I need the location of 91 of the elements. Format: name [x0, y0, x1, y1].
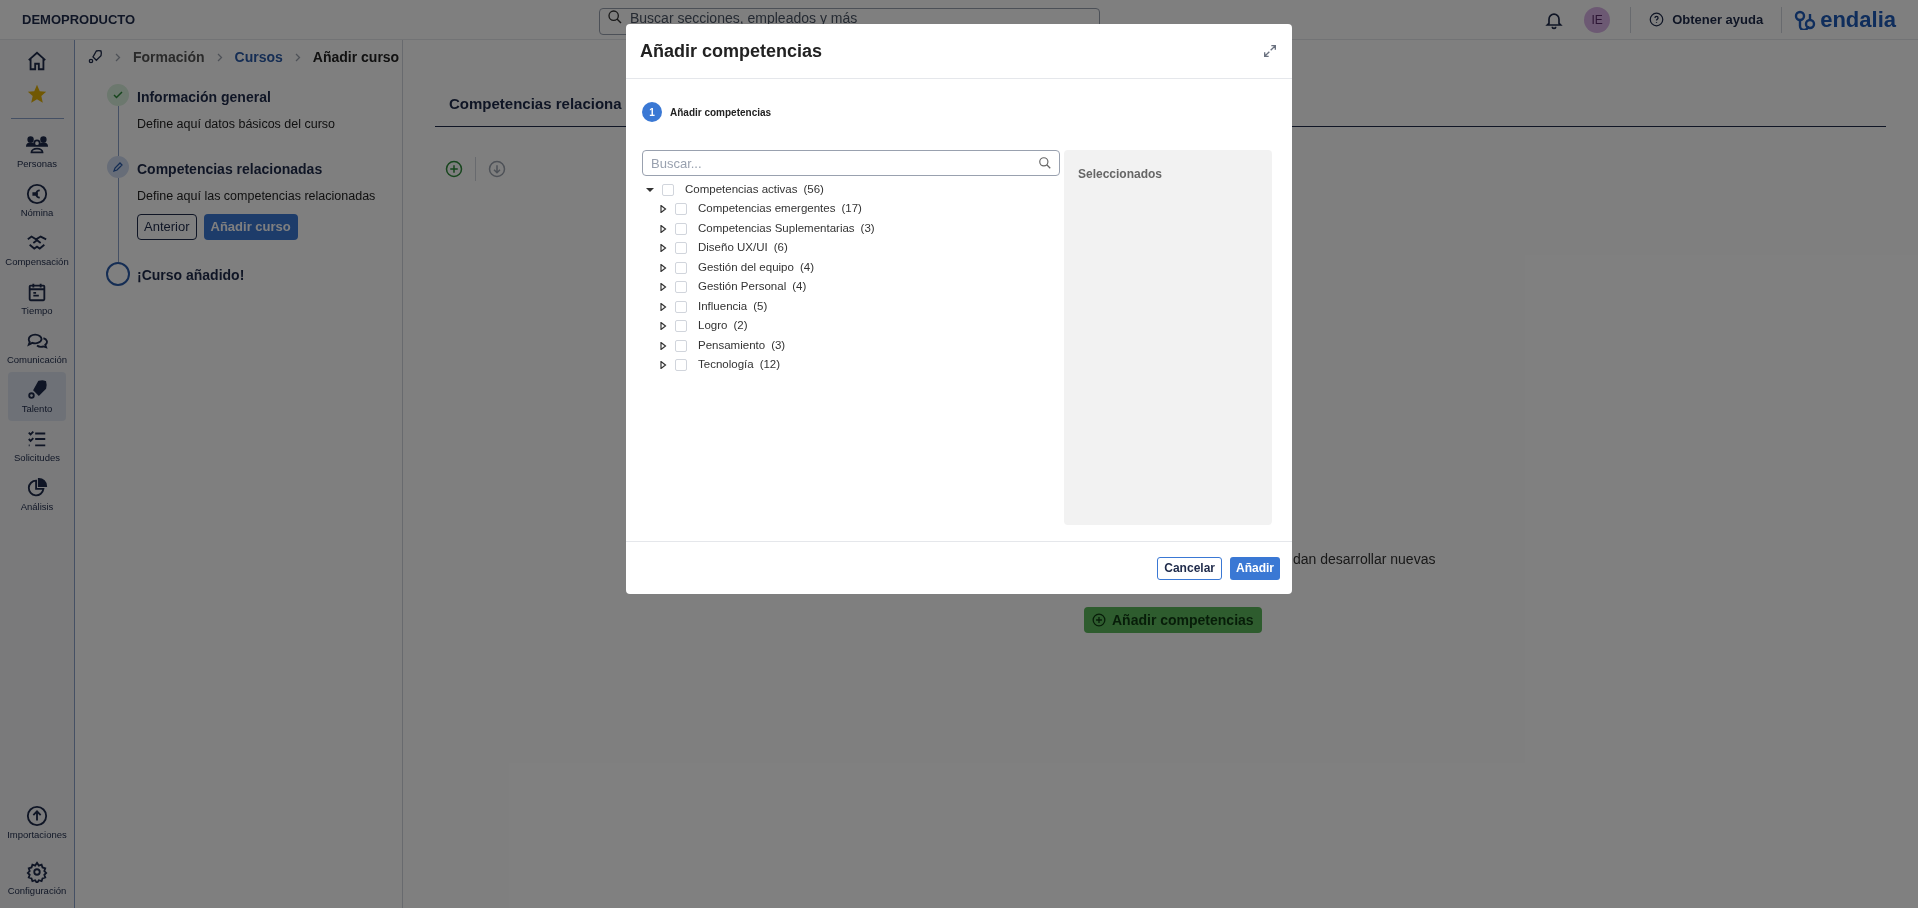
tree-item-label[interactable]: Gestión Personal	[698, 278, 787, 296]
caret-down-icon[interactable]	[646, 185, 654, 194]
caret-right-icon[interactable]	[659, 361, 667, 369]
add-competencies-button[interactable]: Añadir competencias	[1084, 607, 1262, 633]
checkbox[interactable]	[675, 281, 687, 293]
caret-right-icon[interactable]	[659, 244, 667, 252]
nav-item[interactable]: Personas	[8, 127, 66, 176]
item-count: (4)	[792, 279, 807, 295]
chevron-icon	[294, 52, 301, 62]
caret-right-icon[interactable]	[659, 263, 667, 272]
expand-icon[interactable]	[1262, 43, 1278, 59]
step-done-icon	[107, 84, 129, 106]
step-number: 1	[642, 102, 662, 122]
breadcrumb-item[interactable]: Formación	[133, 46, 205, 68]
help-button[interactable]: Obtener ayuda	[1649, 9, 1764, 30]
help-icon	[1649, 12, 1665, 27]
caret-right-icon[interactable]	[659, 341, 667, 350]
app-name: DEMOPRODUCTO	[22, 10, 137, 29]
item-count: (17)	[841, 201, 862, 217]
checkbox[interactable]	[675, 339, 687, 352]
panel-title: Seleccionados	[1078, 167, 1163, 181]
search-field[interactable]: Buscar...	[642, 150, 1060, 176]
step-edit-icon	[107, 155, 129, 178]
nav-item[interactable]: Análisis	[8, 470, 66, 519]
add-course-button[interactable]: Añadir curso	[203, 213, 298, 240]
step-title: Competencias relacionadas	[137, 159, 324, 179]
tree-item-label[interactable]: Logro	[698, 317, 728, 335]
item-count: (5)	[753, 298, 768, 314]
user-avatar[interactable]: IE	[1584, 6, 1611, 33]
info-text: dan desarrollar nuevas	[1293, 550, 1436, 569]
chevron-icon	[115, 52, 121, 62]
pie-chart-icon	[26, 476, 48, 499]
tree-item-label[interactable]: Diseño UX/UI	[698, 239, 768, 257]
step-title: ¡Curso añadido!	[137, 265, 245, 285]
checkbox[interactable]	[675, 242, 687, 254]
item-count: (3)	[860, 220, 875, 236]
search-icon	[1038, 156, 1052, 170]
item-count: (2)	[733, 318, 748, 334]
settings-icon	[26, 861, 48, 884]
tree-item-label[interactable]: Tecnología	[698, 356, 754, 374]
caret-right-icon[interactable]	[659, 205, 667, 213]
nav-item[interactable]: Comunicación	[8, 323, 66, 372]
nav-item[interactable]: Solicitudes	[8, 421, 66, 470]
breadcrumb-item[interactable]: Añadir curso	[312, 46, 400, 68]
add-button[interactable]: Añadir	[1230, 556, 1280, 580]
item-count: (4)	[799, 259, 814, 275]
upload-icon	[26, 805, 48, 828]
search-icon	[607, 9, 623, 25]
add-icon[interactable]	[445, 160, 463, 178]
home-icon	[26, 49, 48, 72]
chevron-icon	[216, 52, 223, 62]
step-pending-icon	[106, 261, 130, 286]
nav-item[interactable]: Nómina	[8, 176, 66, 225]
caret-right-icon[interactable]	[659, 322, 667, 330]
people-icon	[26, 133, 48, 156]
logo-text: endalia	[1820, 8, 1896, 31]
caret-right-icon[interactable]	[659, 224, 667, 233]
nav-item[interactable]: Talento	[8, 372, 66, 421]
tree-item-label[interactable]: Gestión del equipo	[698, 258, 794, 277]
nav-item[interactable]: Tiempo	[8, 274, 66, 323]
nav-item[interactable]: Configuración	[1, 856, 73, 902]
nav-item[interactable]: Importaciones	[1, 800, 73, 846]
checkbox[interactable]	[662, 183, 674, 196]
breadcrumb-link[interactable]: Cursos	[234, 46, 283, 68]
previous-button[interactable]: Anterior	[137, 213, 197, 240]
step-description: Define aquí datos básicos del curso	[137, 116, 336, 133]
checkbox[interactable]	[675, 261, 687, 274]
add-icon	[1092, 613, 1106, 627]
tree-item-label[interactable]: Competencias Suplementarias	[698, 219, 855, 238]
caret-right-icon[interactable]	[659, 283, 667, 291]
checkbox[interactable]	[675, 359, 687, 371]
section-heading: Competencias relaciona	[449, 95, 622, 112]
checkbox[interactable]	[675, 222, 687, 235]
item-count: (12)	[759, 357, 781, 373]
item-count: (56)	[803, 181, 824, 197]
modal-title: Añadir competencias	[640, 39, 823, 63]
step-title: Información general	[137, 88, 272, 107]
tree-item-label[interactable]: Competencias activas	[685, 180, 798, 199]
tree-item-label[interactable]: Influencia	[698, 297, 748, 316]
tree-item-label[interactable]: Competencias emergentes	[698, 200, 836, 218]
item-count: (3)	[771, 337, 786, 353]
checkbox[interactable]	[675, 320, 687, 332]
cancel-button[interactable]: Cancelar	[1157, 556, 1222, 580]
tree-item-label[interactable]: Pensamiento	[698, 336, 766, 355]
caret-right-icon[interactable]	[659, 302, 667, 311]
logo-icon	[1794, 9, 1817, 30]
checkbox[interactable]	[675, 300, 687, 313]
step-label: Añadir competencias	[670, 105, 772, 120]
step-description: Define aquí las competencias relacionadas	[137, 187, 376, 205]
item-count: (6)	[773, 240, 788, 256]
checkbox[interactable]	[675, 203, 687, 215]
